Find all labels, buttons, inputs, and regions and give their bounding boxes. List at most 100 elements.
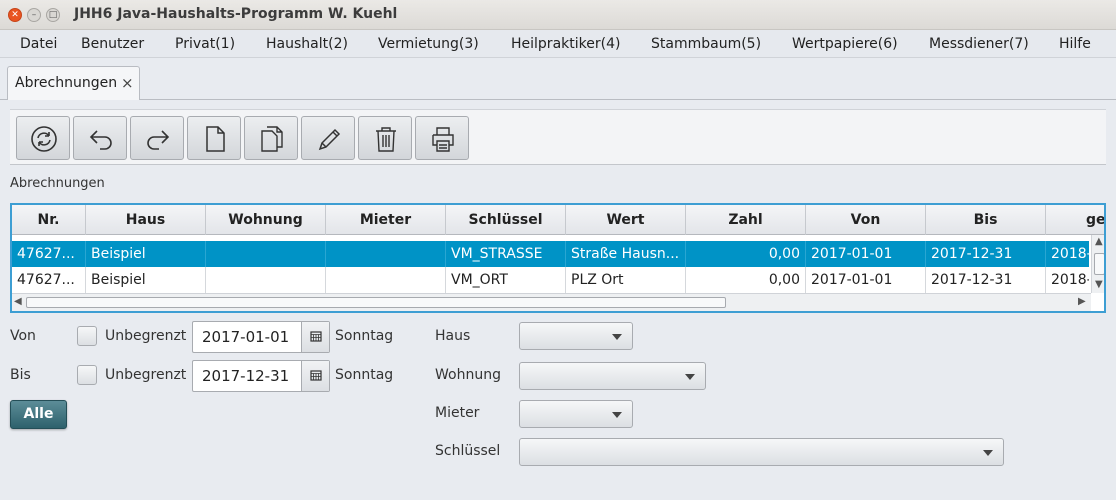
table-row[interactable]: 47627... Beispiel VM_ORT PLZ Ort 0,00 20… xyxy=(12,267,1089,293)
horizontal-scrollbar[interactable]: ◀ ▶ xyxy=(12,293,1091,311)
scroll-up-icon[interactable]: ▲ xyxy=(1095,236,1103,247)
cell-zahl: 0,00 xyxy=(686,241,806,267)
calendar-icon xyxy=(310,370,322,381)
cell-schluessel: VM_STRASSE xyxy=(446,241,566,267)
scroll-right-icon[interactable]: ▶ xyxy=(1078,296,1086,307)
window-maximize-button[interactable]: □ xyxy=(46,8,60,22)
column-header-geaendert[interactable]: geä xyxy=(1046,205,1104,235)
column-header-zahl[interactable]: Zahl xyxy=(686,205,806,235)
cell-bis: 2017-12-31 xyxy=(926,267,1046,293)
scroll-left-icon[interactable]: ◀ xyxy=(14,296,22,307)
redo-icon xyxy=(147,130,170,150)
schluessel-select[interactable] xyxy=(519,438,1004,466)
cell-haus: Beispiel xyxy=(86,241,206,267)
bis-calendar-button[interactable] xyxy=(301,361,329,391)
cell-zahl: 0,00 xyxy=(686,267,806,293)
cell-wohnung xyxy=(206,241,326,267)
tab-close-icon[interactable]: × xyxy=(121,74,134,92)
section-label: Abrechnungen xyxy=(10,176,105,191)
cell-bis: 2017-12-31 xyxy=(926,241,1046,267)
vertical-scroll-thumb[interactable] xyxy=(1094,253,1104,275)
tab-label: Abrechnungen xyxy=(15,75,118,91)
bis-date-field[interactable]: 2017-12-31 xyxy=(192,360,330,392)
content-area: Abrechnungen Nr. Haus Wohnung Mieter Sch… xyxy=(0,100,1116,500)
cell-von: 2017-01-01 xyxy=(806,267,926,293)
cell-wert: PLZ Ort xyxy=(566,267,686,293)
vertical-scrollbar[interactable]: ▲ ▼ xyxy=(1091,235,1104,293)
horizontal-scroll-thumb[interactable] xyxy=(26,297,726,308)
von-calendar-button[interactable] xyxy=(301,322,329,352)
column-header-schluessel[interactable]: Schlüssel xyxy=(446,205,566,235)
schluessel-label: Schlüssel xyxy=(435,443,501,459)
column-header-nr[interactable]: Nr. xyxy=(12,205,86,235)
von-date-field[interactable]: 2017-01-01 xyxy=(192,321,330,353)
edit-button[interactable] xyxy=(301,116,355,160)
cell-nr: 47627... xyxy=(12,241,86,267)
column-header-mieter[interactable]: Mieter xyxy=(326,205,446,235)
wohnung-select[interactable] xyxy=(519,362,706,390)
delete-button[interactable] xyxy=(358,116,412,160)
von-weekday: Sonntag xyxy=(335,328,394,344)
mieter-select[interactable] xyxy=(519,400,633,428)
redo-button[interactable] xyxy=(130,116,184,160)
menu-haushalt[interactable]: Haushalt(2) xyxy=(266,36,348,52)
von-unbegrenzt-label: Unbegrenzt xyxy=(105,328,187,344)
refresh-icon xyxy=(31,126,57,152)
cell-von: 2017-01-01 xyxy=(806,241,926,267)
column-header-wert[interactable]: Wert xyxy=(566,205,686,235)
new-document-icon xyxy=(206,126,225,152)
menu-messdiener[interactable]: Messdiener(7) xyxy=(929,36,1029,52)
von-unbegrenzt-checkbox[interactable] xyxy=(77,326,97,346)
tab-abrechnungen[interactable]: Abrechnungen × xyxy=(7,66,140,100)
table-header: Nr. Haus Wohnung Mieter Schlüssel Wert Z… xyxy=(12,205,1104,235)
cell-wohnung xyxy=(206,267,326,293)
scroll-down-icon[interactable]: ▼ xyxy=(1095,279,1103,290)
column-header-bis[interactable]: Bis xyxy=(926,205,1046,235)
column-header-wohnung[interactable]: Wohnung xyxy=(206,205,326,235)
menu-heilpraktiker[interactable]: Heilpraktiker(4) xyxy=(511,36,620,52)
print-icon xyxy=(432,127,454,152)
refresh-button[interactable] xyxy=(16,116,70,160)
menu-hilfe[interactable]: Hilfe xyxy=(1059,36,1091,52)
bis-weekday: Sonntag xyxy=(335,367,394,383)
window-minimize-button[interactable]: – xyxy=(27,8,41,22)
chevron-down-icon xyxy=(612,334,622,340)
cell-mieter xyxy=(326,267,446,293)
table-row[interactable]: 47627... Beispiel VM_STRASSE Straße Haus… xyxy=(12,241,1089,267)
tab-strip: Abrechnungen × xyxy=(0,58,1116,100)
window-close-button[interactable]: ✕ xyxy=(8,8,22,22)
menu-benutzer[interactable]: Benutzer xyxy=(81,36,144,52)
cell-geaendert: 2018- xyxy=(1051,246,1089,262)
haus-label: Haus xyxy=(435,328,471,344)
cell-nr: 47627... xyxy=(12,267,86,293)
bis-unbegrenzt-checkbox[interactable] xyxy=(77,365,97,385)
undo-icon xyxy=(89,130,112,150)
haus-select[interactable] xyxy=(519,322,633,350)
delete-icon xyxy=(376,127,396,152)
menu-datei[interactable]: Datei xyxy=(20,36,57,52)
cell-mieter xyxy=(326,241,446,267)
menu-stammbaum[interactable]: Stammbaum(5) xyxy=(651,36,761,52)
bis-label: Bis xyxy=(10,367,31,383)
column-header-haus[interactable]: Haus xyxy=(86,205,206,235)
bis-date-value: 2017-12-31 xyxy=(202,367,290,385)
window-title: JHH6 Java-Haushalts-Programm W. Kuehl xyxy=(74,6,398,22)
copy-button[interactable] xyxy=(244,116,298,160)
title-bar: ✕ – □ JHH6 Java-Haushalts-Programm W. Ku… xyxy=(0,0,1116,30)
chevron-down-icon xyxy=(685,374,695,380)
print-button[interactable] xyxy=(415,116,469,160)
menu-wertpapiere[interactable]: Wertpapiere(6) xyxy=(792,36,898,52)
menu-bar: Datei Benutzer Privat(1) Haushalt(2) Ver… xyxy=(0,30,1116,58)
undo-button[interactable] xyxy=(73,116,127,160)
menu-vermietung[interactable]: Vermietung(3) xyxy=(378,36,479,52)
abrechnungen-table[interactable]: Nr. Haus Wohnung Mieter Schlüssel Wert Z… xyxy=(10,203,1106,313)
cell-haus: Beispiel xyxy=(86,267,206,293)
von-date-value: 2017-01-01 xyxy=(202,328,290,346)
column-header-von[interactable]: Von xyxy=(806,205,926,235)
menu-privat[interactable]: Privat(1) xyxy=(175,36,235,52)
alle-button[interactable]: Alle xyxy=(10,400,67,429)
calendar-icon xyxy=(310,331,322,342)
chevron-down-icon xyxy=(983,450,993,456)
new-button[interactable] xyxy=(187,116,241,160)
von-label: Von xyxy=(10,328,36,344)
